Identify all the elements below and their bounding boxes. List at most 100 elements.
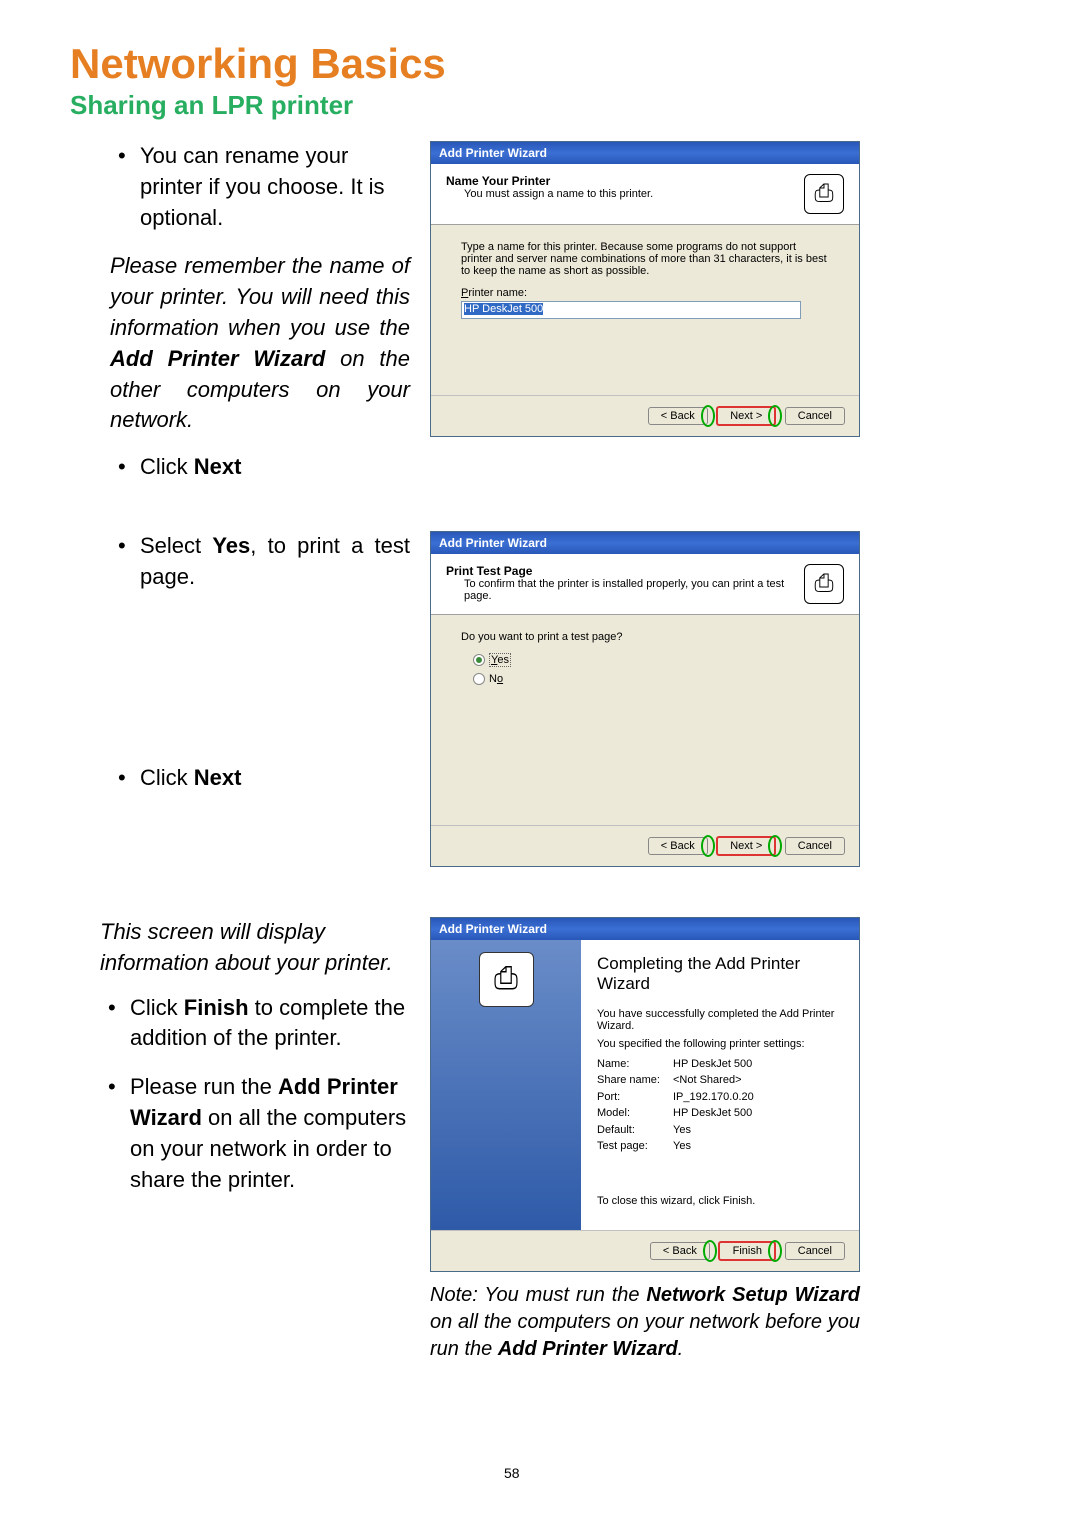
wizard-3-titlebar: Add Printer Wizard (431, 918, 859, 940)
section-1-right: Add Printer Wizard Name Your Printer You… (430, 141, 1020, 501)
setting-name: Name:HP DeskJet 500 (597, 1056, 843, 1073)
setting-share: Share name:<Not Shared> (597, 1072, 843, 1089)
wizard-1-header-text: Name Your Printer You must assign a name… (446, 174, 804, 200)
section-2-bullets-2: Click Next (110, 763, 410, 794)
click-finish-prefix: Click (130, 995, 184, 1020)
wizard-2-question: Do you want to print a test page? (461, 631, 829, 643)
printer-icon: ⎙ (804, 564, 844, 604)
radio-no[interactable] (473, 673, 485, 685)
radio-yes-label: Yes (489, 653, 511, 667)
back-button[interactable]: < Back (650, 1242, 710, 1260)
wizard-3-right-panel: Completing the Add Printer Wizard You ha… (581, 940, 859, 1230)
wizard-name-printer: Add Printer Wizard Name Your Printer You… (430, 141, 860, 437)
click-next-2-prefix: Click (140, 765, 194, 790)
section-1-bullets: You can rename your printer if you choos… (110, 141, 410, 233)
click-next-1-prefix: Click (140, 454, 194, 479)
next-button[interactable]: Next > (716, 836, 776, 856)
select-yes-bold: Yes (212, 533, 250, 558)
setting-model: Model:HP DeskJet 500 (597, 1105, 843, 1122)
annotation-oval-icon (701, 405, 715, 427)
wizard-1-footer: < Back Next > Cancel (431, 395, 859, 436)
bullet-click-finish: Click Finish to complete the addition of… (130, 993, 410, 1055)
select-yes-prefix: Select (140, 533, 212, 558)
setting-default: Default:Yes (597, 1122, 843, 1139)
next-button[interactable]: Next > (716, 406, 776, 426)
setting-port: Port:IP_192.170.0.20 (597, 1089, 843, 1106)
annotation-oval-icon (703, 1240, 717, 1262)
wizard-2-header-desc: To confirm that the printer is installed… (446, 578, 804, 602)
back-button[interactable]: < Back (648, 407, 708, 425)
complete-text-1: You have successfully completed the Add … (597, 1008, 843, 1032)
note-prefix: Note: You must run the (430, 1284, 646, 1306)
section-3-right: Add Printer Wizard ⎙ Completing the Add … (430, 917, 1020, 1363)
wizard-2-titlebar: Add Printer Wizard (431, 532, 859, 554)
remember-bold: Add Printer Wizard (110, 346, 325, 371)
finish-button[interactable]: Finish (718, 1241, 776, 1261)
click-next-1-bold: Next (194, 454, 242, 479)
remember-prefix: Please remember the name of your printer… (110, 253, 410, 340)
wizard-1-header: Name Your Printer You must assign a name… (431, 164, 859, 225)
note-suffix: . (678, 1338, 684, 1360)
cancel-button[interactable]: Cancel (785, 1242, 845, 1260)
remember-note: Please remember the name of your printer… (110, 251, 410, 436)
bullet-select-yes: Select Yes, to print a test page. (140, 531, 410, 593)
wizard-2-header-text: Print Test Page To confirm that the prin… (446, 564, 804, 602)
page-title-sub: Sharing an LPR printer (70, 90, 1020, 121)
bullet-run-wizard: Please run the Add Printer Wizard on all… (130, 1072, 410, 1195)
wizard-test-page: Add Printer Wizard Print Test Page To co… (430, 531, 860, 867)
page-number: 58 (504, 1465, 520, 1481)
cancel-button[interactable]: Cancel (785, 837, 845, 855)
wizard-2-header: Print Test Page To confirm that the prin… (431, 554, 859, 615)
section-2-right: Add Printer Wizard Print Test Page To co… (430, 531, 1020, 877)
radio-yes-row[interactable]: Yes (473, 653, 829, 667)
wizard-2-footer: < Back Next > Cancel (431, 825, 859, 866)
bullet-rename-printer: You can rename your printer if you choos… (140, 141, 410, 233)
annotation-oval-icon (701, 835, 715, 857)
section-3-bullets: Click Finish to complete the addition of… (100, 993, 410, 1196)
section-2-bullets: Select Yes, to print a test page. (110, 531, 410, 593)
section-2-left: Select Yes, to print a test page. Click … (70, 531, 430, 877)
section-3: This screen will display information abo… (70, 917, 1020, 1363)
click-finish-bold: Finish (184, 995, 249, 1020)
printer-name-input[interactable]: HP DeskJet 500 (461, 301, 801, 319)
annotation-oval-icon (768, 1240, 782, 1262)
screen-display-note: This screen will display information abo… (100, 917, 410, 979)
section-3-left: This screen will display information abo… (70, 917, 430, 1363)
page-container: Networking Basics Sharing an LPR printer… (0, 0, 1080, 1423)
wizard-1-instruction: Type a name for this printer. Because so… (461, 241, 829, 277)
note-bold-2: Add Printer Wizard (498, 1338, 678, 1360)
wizard-1-header-desc: You must assign a name to this printer. (446, 188, 804, 200)
setting-test: Test page:Yes (597, 1138, 843, 1155)
radio-no-row[interactable]: No (473, 673, 829, 685)
printer-icon: ⎙ (479, 952, 534, 1007)
wizard-2-header-title: Print Test Page (446, 564, 804, 578)
wizard-2-body: Do you want to print a test page? Yes No (431, 615, 859, 825)
cancel-button[interactable]: Cancel (785, 407, 845, 425)
section-2: Select Yes, to print a test page. Click … (70, 531, 1020, 877)
run-wizard-prefix: Please run the (130, 1074, 278, 1099)
printer-name-value: HP DeskJet 500 (464, 303, 543, 315)
back-button[interactable]: < Back (648, 837, 708, 855)
settings-table: Name:HP DeskJet 500 Share name:<Not Shar… (597, 1056, 843, 1155)
wizard-completing: Add Printer Wizard ⎙ Completing the Add … (430, 917, 860, 1272)
wizard-3-body: ⎙ Completing the Add Printer Wizard You … (431, 940, 859, 1230)
click-next-2-bold: Next (194, 765, 242, 790)
close-text: To close this wizard, click Finish. (597, 1195, 843, 1207)
wizard-3-footer: < Back Finish Cancel (431, 1230, 859, 1271)
bullet-click-next-2: Click Next (140, 763, 410, 794)
printer-icon: ⎙ (804, 174, 844, 214)
wizard-1-header-title: Name Your Printer (446, 174, 804, 188)
section-1-left: You can rename your printer if you choos… (70, 141, 430, 501)
page-title-main: Networking Basics (70, 40, 1020, 88)
wizard-1-titlebar: Add Printer Wizard (431, 142, 859, 164)
annotation-oval-icon (768, 835, 782, 857)
wizard-1-body: Type a name for this printer. Because so… (431, 225, 859, 395)
section-1: You can rename your printer if you choos… (70, 141, 1020, 501)
complete-heading: Completing the Add Printer Wizard (597, 954, 843, 994)
radio-no-label: No (489, 673, 503, 685)
section-1-bullets-2: Click Next (110, 452, 410, 483)
bullet-click-next-1: Click Next (140, 452, 410, 483)
radio-yes[interactable] (473, 654, 485, 666)
note-bold-1: Network Setup Wizard (646, 1284, 860, 1306)
wizard-3-left-panel: ⎙ (431, 940, 581, 1230)
